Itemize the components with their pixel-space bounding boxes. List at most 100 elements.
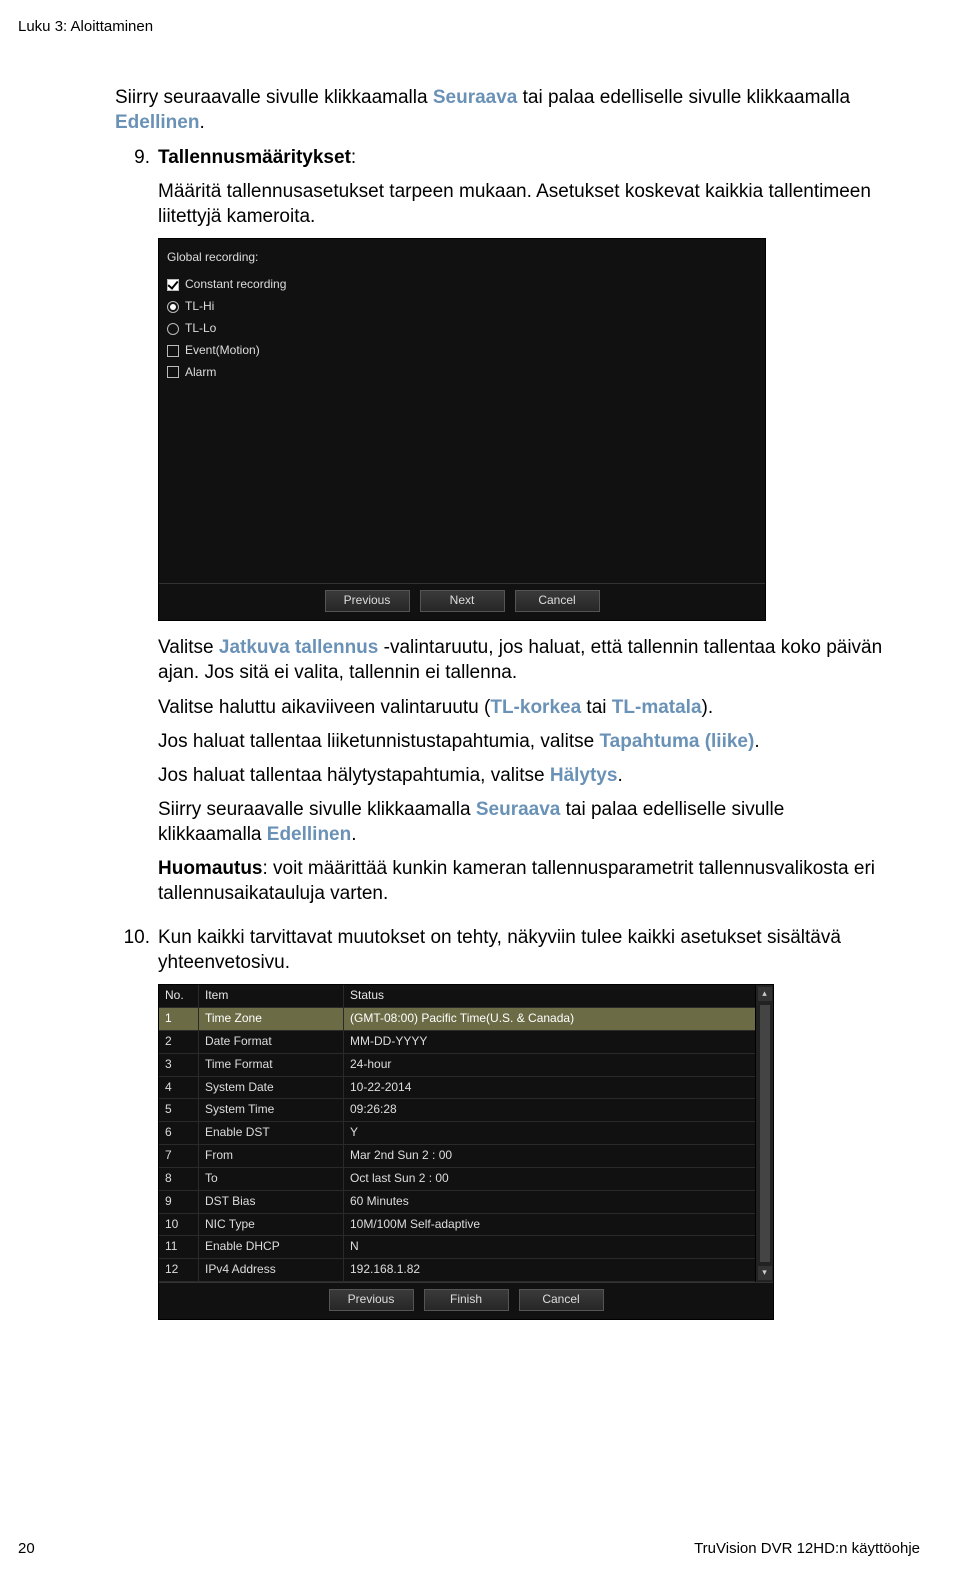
cell-no: 9: [159, 1191, 199, 1213]
cell-item: To: [199, 1168, 344, 1190]
scroll-up-icon[interactable]: ▴: [758, 987, 772, 1001]
cell-item: DST Bias: [199, 1191, 344, 1213]
next-button[interactable]: Next: [420, 590, 505, 612]
term-halytys: Hälytys: [550, 765, 618, 786]
option-constant-label: Constant recording: [185, 277, 286, 293]
table-row[interactable]: 11Enable DHCPN: [159, 1236, 755, 1259]
table-row[interactable]: 3Time Format24-hour: [159, 1054, 755, 1077]
table-row[interactable]: 10NIC Type10M/100M Self-adaptive: [159, 1214, 755, 1237]
item10-body: Kun kaikki tarvittavat muutokset on teht…: [158, 925, 890, 975]
table-row[interactable]: 6Enable DSTY: [159, 1122, 755, 1145]
cell-no: 5: [159, 1099, 199, 1121]
table-row[interactable]: 9DST Bias60 Minutes: [159, 1191, 755, 1214]
cell-no: 2: [159, 1031, 199, 1053]
checkbox-icon: [167, 345, 179, 357]
cancel-button[interactable]: Cancel: [515, 590, 600, 612]
ss2-buttonbar: Previous Finish Cancel: [159, 1282, 773, 1319]
term-tlmatala: TL-matala: [612, 697, 702, 718]
cell-item: System Date: [199, 1077, 344, 1099]
cell-status: 60 Minutes: [344, 1191, 755, 1213]
mid-p1: Valitse Jatkuva tallennus -valintaruutu,…: [158, 635, 890, 685]
page-header: Luku 3: Aloittaminen: [18, 18, 153, 35]
option-tlhi-label: TL-Hi: [185, 299, 214, 315]
cell-item: From: [199, 1145, 344, 1167]
list-item-10: 10. Kun kaikki tarvittavat muutokset on …: [115, 925, 890, 1320]
term-seuraava2: Seuraava: [476, 799, 561, 820]
cell-item: Time Zone: [199, 1008, 344, 1030]
option-alarm-label: Alarm: [185, 365, 216, 381]
option-tllo-label: TL-Lo: [185, 321, 216, 337]
cell-item: Date Format: [199, 1031, 344, 1053]
mid-p3: Jos haluat tallentaa liiketunnistustapah…: [158, 729, 890, 754]
cell-item: Time Format: [199, 1054, 344, 1076]
table-row[interactable]: 2Date FormatMM-DD-YYYY: [159, 1031, 755, 1054]
cell-item: System Time: [199, 1099, 344, 1121]
list-body-10: Kun kaikki tarvittavat muutokset on teht…: [158, 925, 890, 1320]
table-row[interactable]: 12IPv4 Address192.168.1.82: [159, 1259, 755, 1282]
table-row[interactable]: 1Time Zone(GMT-08:00) Pacific Time(U.S. …: [159, 1008, 755, 1031]
mid-huomautus: Huomautus: voit määrittää kunkin kameran…: [158, 856, 890, 906]
cell-no: 8: [159, 1168, 199, 1190]
intro-dot: .: [199, 112, 204, 133]
finish-button[interactable]: Finish: [424, 1289, 509, 1311]
cell-item: Enable DHCP: [199, 1236, 344, 1258]
cell-status: 192.168.1.82: [344, 1259, 755, 1281]
ss1-heading: Global recording:: [167, 250, 258, 266]
radio-icon: [167, 301, 179, 313]
cell-no: 10: [159, 1214, 199, 1236]
list-body-9: Tallennusmääritykset: Määritä tallennusa…: [158, 145, 890, 915]
cell-item: IPv4 Address: [199, 1259, 344, 1281]
table-row[interactable]: 7FromMar 2nd Sun 2 : 00: [159, 1145, 755, 1168]
manual-title: TruVision DVR 12HD:n käyttöohje: [694, 1540, 920, 1557]
page-number: 20: [18, 1540, 35, 1557]
option-event[interactable]: Event(Motion): [167, 340, 757, 362]
option-tllo[interactable]: TL-Lo: [167, 318, 757, 340]
option-alarm[interactable]: Alarm: [167, 362, 757, 384]
list-number-10: 10.: [115, 925, 158, 950]
mid-p5: Siirry seuraavalle sivulle klikkaamalla …: [158, 797, 890, 847]
cell-status: 09:26:28: [344, 1099, 755, 1121]
list-number-9: 9.: [115, 145, 158, 170]
scroll-thumb[interactable]: [760, 1005, 770, 1262]
screenshot-summary-table: No. Item Status 1Time Zone(GMT-08:00) Pa…: [158, 984, 774, 1320]
page-content: Siirry seuraavalle sivulle klikkaamalla …: [115, 85, 890, 1320]
table-row[interactable]: 8ToOct last Sun 2 : 00: [159, 1168, 755, 1191]
mid-p4: Jos haluat tallentaa hälytystapahtumia, …: [158, 763, 890, 788]
checkbox-icon: [167, 279, 179, 291]
table-row[interactable]: 5System Time09:26:28: [159, 1099, 755, 1122]
intro-text-2: tai palaa edelliselle sivulle klikkaamal…: [517, 87, 850, 108]
cell-status: 10M/100M Self-adaptive: [344, 1214, 755, 1236]
cell-status: Y: [344, 1122, 755, 1144]
cell-status: Oct last Sun 2 : 00: [344, 1168, 755, 1190]
previous-button[interactable]: Previous: [325, 590, 410, 612]
term-edellinen2: Edellinen: [267, 824, 351, 845]
cell-no: 3: [159, 1054, 199, 1076]
cancel-button[interactable]: Cancel: [519, 1289, 604, 1311]
option-constant[interactable]: Constant recording: [167, 274, 757, 296]
cell-status: N: [344, 1236, 755, 1258]
radio-icon: [167, 323, 179, 335]
cell-no: 1: [159, 1008, 199, 1030]
link-edellinen: Edellinen: [115, 112, 199, 133]
checkbox-icon: [167, 366, 179, 378]
intro-text-1: Siirry seuraavalle sivulle klikkaamalla: [115, 87, 433, 108]
item9-colon: :: [351, 147, 356, 168]
cell-no: 6: [159, 1122, 199, 1144]
item9-body: Määritä tallennusasetukset tarpeen mukaa…: [158, 179, 890, 229]
previous-button[interactable]: Previous: [329, 1289, 414, 1311]
cell-no: 7: [159, 1145, 199, 1167]
cell-status: MM-DD-YYYY: [344, 1031, 755, 1053]
col-no: No.: [159, 985, 199, 1007]
term-tlkorkea: TL-korkea: [490, 697, 581, 718]
table-row[interactable]: 4System Date10-22-2014: [159, 1077, 755, 1100]
scrollbar-vertical[interactable]: ▴ ▾: [755, 985, 773, 1282]
scroll-down-icon[interactable]: ▾: [758, 1266, 772, 1280]
mid-p2: Valitse haluttu aikaviiveen valintaruutu…: [158, 695, 890, 720]
option-tlhi[interactable]: TL-Hi: [167, 296, 757, 318]
cell-status: 10-22-2014: [344, 1077, 755, 1099]
link-seuraava: Seuraava: [433, 87, 518, 108]
cell-no: 11: [159, 1236, 199, 1258]
cell-no: 12: [159, 1259, 199, 1281]
ss1-buttonbar: Previous Next Cancel: [159, 583, 765, 620]
cell-status: Mar 2nd Sun 2 : 00: [344, 1145, 755, 1167]
